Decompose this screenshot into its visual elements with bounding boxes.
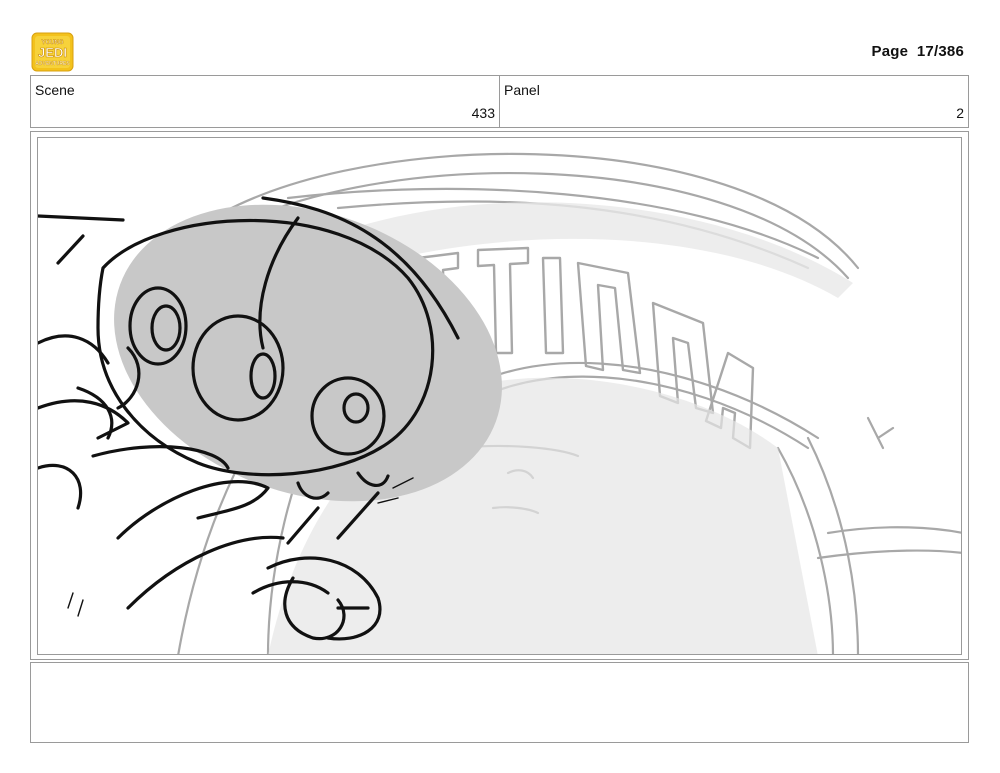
- storyboard-panel-image: [37, 137, 962, 655]
- page-indicator: Page 17/386: [871, 43, 964, 60]
- scene-cell: Scene 433: [31, 76, 499, 127]
- panel-cell: Panel 2: [499, 76, 968, 127]
- scene-label: Scene: [35, 82, 75, 98]
- scene-panel-info: Scene 433 Panel 2: [30, 75, 969, 128]
- show-logo-icon: YOUNG JEDI ADVENTURES: [31, 32, 74, 72]
- show-logo: YOUNG JEDI ADVENTURES: [31, 31, 74, 73]
- panel-label: Panel: [504, 82, 540, 98]
- logo-text-bottom: ADVENTURES: [35, 61, 70, 67]
- storyboard-sketch-icon: [38, 152, 961, 654]
- storyboard-panel-frame: [30, 131, 969, 660]
- panel-notes: [30, 662, 969, 743]
- page-total: 386: [938, 43, 964, 60]
- logo-text-main: JEDI: [38, 45, 67, 60]
- page-prefix: Page: [871, 43, 909, 60]
- page-current: 17: [916, 43, 934, 60]
- scene-value: 433: [471, 105, 495, 121]
- panel-value: 2: [956, 105, 964, 121]
